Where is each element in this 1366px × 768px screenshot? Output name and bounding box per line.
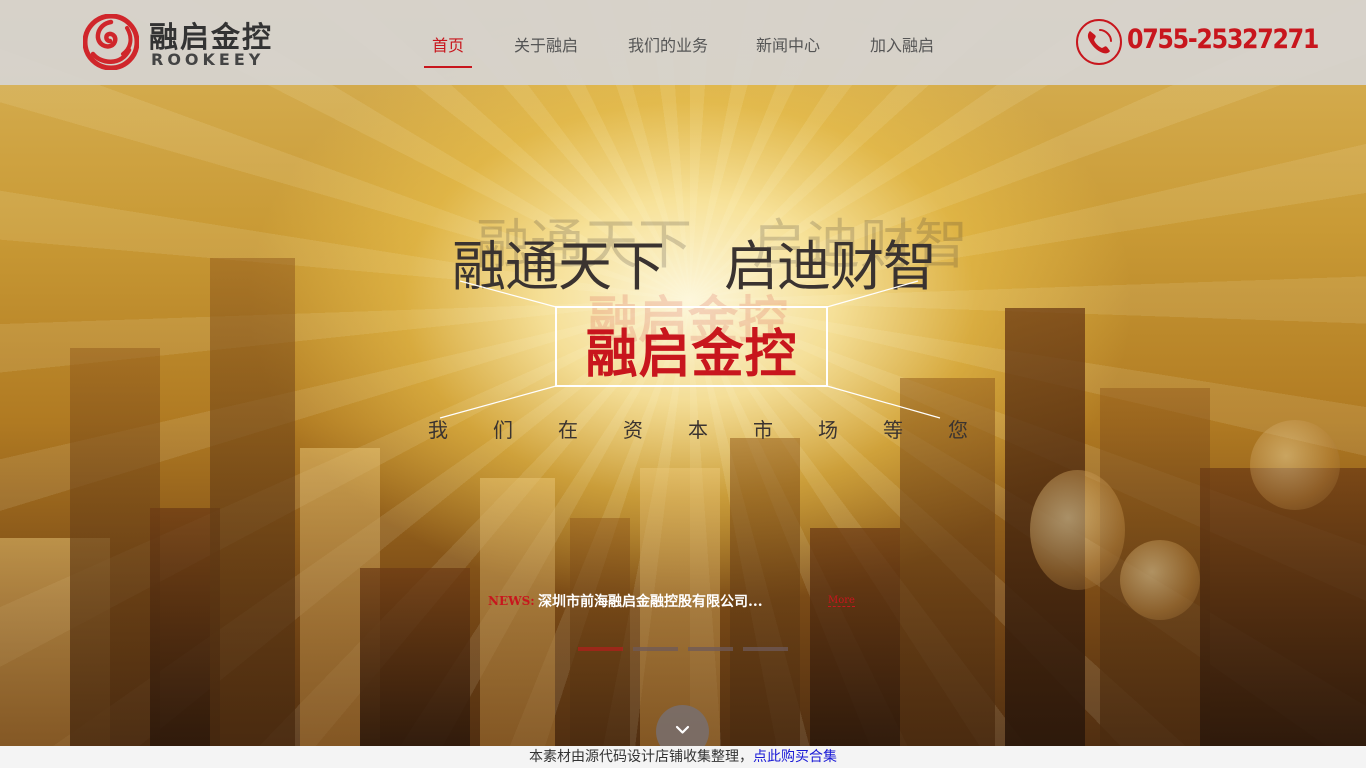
news-more-link[interactable]: More bbox=[828, 595, 855, 607]
news-label: NEWS: bbox=[488, 594, 535, 608]
news-headline[interactable]: 深圳市前海融启金融控股有限公司... bbox=[538, 591, 763, 611]
tagline-char: 场 bbox=[818, 418, 838, 442]
hero-tagline: 我 们 在 资 本 市 场 等 您 bbox=[428, 414, 968, 443]
tagline-char: 在 bbox=[558, 418, 578, 442]
chevron-down-icon bbox=[675, 725, 690, 734]
footer-text: 本素材由源代码设计店铺收集整理， bbox=[529, 749, 753, 765]
tagline-char: 市 bbox=[753, 418, 773, 442]
tagline-char: 等 bbox=[883, 418, 903, 442]
slider-pagination bbox=[578, 647, 793, 651]
footer-buy-link[interactable]: 点此购买合集 bbox=[753, 749, 837, 765]
hero-brand: 融启金控 bbox=[585, 325, 798, 385]
tagline-char: 我 bbox=[428, 418, 448, 442]
tagline-char: 们 bbox=[493, 418, 513, 442]
tagline-char: 资 bbox=[623, 418, 643, 442]
news-ticker: NEWS: 深圳市前海融启金融控股有限公司... More bbox=[488, 590, 868, 614]
tagline-char: 本 bbox=[688, 418, 708, 442]
slider-dot[interactable] bbox=[743, 647, 788, 651]
slider-dot[interactable] bbox=[633, 647, 678, 651]
slider-dot[interactable] bbox=[688, 647, 733, 651]
tagline-char: 您 bbox=[948, 418, 968, 442]
slider-dot[interactable] bbox=[578, 647, 623, 651]
footer-notice: 本素材由源代码设计店铺收集整理，点此购买合集 bbox=[0, 746, 1366, 768]
